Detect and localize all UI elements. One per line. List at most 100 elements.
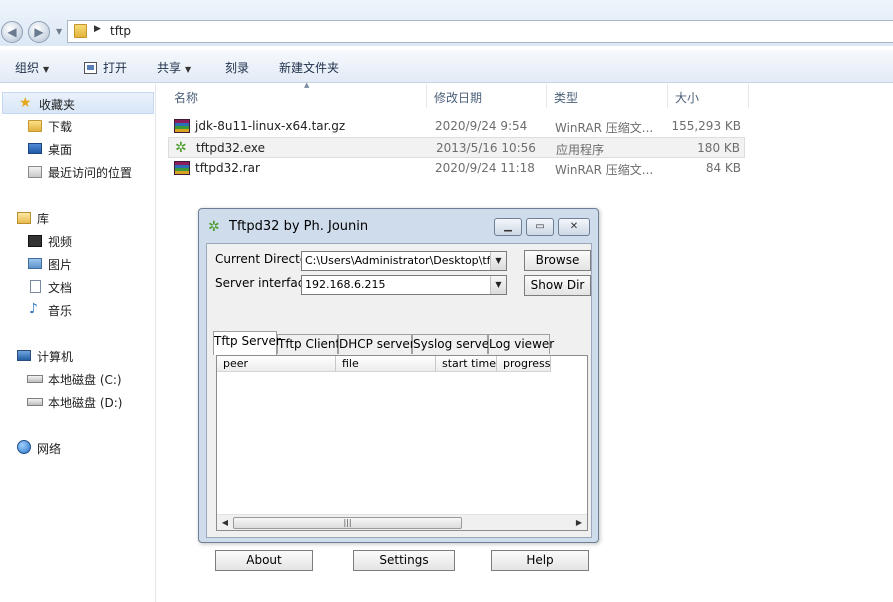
sidebar-item-libraries[interactable]: 库 — [0, 207, 155, 229]
star-icon: ★ — [19, 95, 32, 111]
sidebar-item-drive-d[interactable]: 本地磁盘 (D:) — [0, 391, 155, 413]
documents-icon — [30, 280, 41, 293]
sidebar-item-network[interactable]: 网络 — [0, 437, 155, 459]
open-button[interactable]: 打开 — [84, 59, 127, 76]
file-date: 2020/9/24 9:54 — [435, 119, 528, 133]
maximize-icon: ▭ — [535, 221, 545, 232]
tab-syslog-server[interactable]: Syslog server — [412, 334, 494, 354]
minimize-button[interactable]: ▁ — [494, 218, 522, 236]
list-column-progress[interactable]: progress — [497, 356, 551, 372]
file-name: tftpd32.exe — [196, 141, 266, 155]
winrar-archive-icon — [174, 161, 190, 175]
current-directory-combo[interactable]: C:\Users\Administrator\Desktop\tftp ▼ — [301, 251, 507, 271]
file-row-tftpd32-exe[interactable]: ✲ tftpd32.exe 2013/5/16 10:56 应用程序 180 K… — [168, 137, 745, 158]
breadcrumb[interactable]: ▶ tftp — [67, 20, 893, 43]
recent-pages-dropdown-icon[interactable]: ▼ — [56, 27, 62, 36]
sidebar-item-label: 本地磁盘 (D:) — [48, 396, 123, 410]
sidebar-item-pictures[interactable]: 图片 — [0, 253, 155, 275]
tab-tftp-server[interactable]: Tftp Server — [213, 331, 281, 355]
maximize-button[interactable]: ▭ — [526, 218, 554, 236]
sidebar-item-desktop[interactable]: 桌面 — [0, 138, 155, 160]
file-size: 155,293 KB — [671, 119, 741, 133]
network-icon — [17, 440, 31, 454]
sidebar-item-videos[interactable]: 视频 — [0, 230, 155, 252]
server-interface-label: Server interface — [215, 276, 312, 290]
browse-button[interactable]: Browse — [524, 250, 591, 271]
column-header-label: 名称 — [174, 91, 199, 105]
show-dir-button[interactable]: Show Dir — [524, 275, 591, 296]
column-header-size[interactable]: 大小 — [668, 84, 749, 108]
sidebar-item-label: 图片 — [48, 258, 73, 272]
minimize-icon: ▁ — [504, 221, 512, 232]
tab-log-viewer[interactable]: Log viewer — [488, 334, 554, 354]
tftpd32-window: ✲ Tftpd32 by Ph. Jounin ▁ ▭ ✕ Current Di… — [198, 208, 599, 571]
column-header-name[interactable]: ▲ 名称 — [167, 81, 427, 108]
scroll-thumb[interactable]: ||| — [233, 517, 462, 529]
current-directory-value: C:\Users\Administrator\Desktop\tftp — [305, 254, 502, 267]
sidebar-item-label: 最近访问的位置 — [48, 166, 133, 180]
help-button[interactable]: Help — [491, 550, 589, 571]
chevron-down-icon[interactable]: ▼ — [490, 252, 506, 270]
column-header-type[interactable]: 类型 — [547, 84, 668, 108]
dialog-body: Current Directory C:\Users\Administrator… — [206, 243, 592, 571]
list-column-start-time[interactable]: start time — [436, 356, 497, 372]
transfers-list[interactable]: peer file start time progress ◀ ||| ▶ — [216, 355, 588, 531]
burn-button[interactable]: 刻录 — [225, 59, 249, 76]
file-type: 应用程序 — [556, 143, 605, 157]
tab-dhcp-server[interactable]: DHCP server — [338, 334, 415, 354]
window-title: Tftpd32 by Ph. Jounin — [229, 219, 369, 234]
sidebar-item-computer[interactable]: 计算机 — [0, 345, 155, 367]
scroll-right-icon[interactable]: ▶ — [572, 516, 586, 530]
navigation-pane: ★ 收藏夹 下载 桌面 最近访问的位置 库 视频 图片 文档 ♪ 音乐 计算机 … — [0, 84, 156, 602]
sidebar-item-favorites[interactable]: ★ 收藏夹 — [2, 92, 154, 114]
winrar-archive-icon — [174, 119, 190, 133]
music-icon: ♪ — [29, 301, 38, 317]
file-name: jdk-8u11-linux-x64.tar.gz — [195, 119, 346, 133]
organize-button[interactable]: 组织 ▼ — [15, 59, 49, 76]
breadcrumb-item-tftp[interactable]: tftp — [110, 24, 131, 38]
settings-button[interactable]: Settings — [353, 550, 455, 571]
sidebar-item-label: 音乐 — [48, 304, 73, 318]
list-column-file[interactable]: file — [336, 356, 436, 372]
command-bar: 组织 ▼ 打开 共享 ▼ 刻录 新建文件夹 — [0, 50, 893, 83]
pictures-icon — [28, 258, 42, 269]
recent-places-icon — [28, 166, 42, 178]
scroll-left-icon[interactable]: ◀ — [218, 516, 232, 530]
server-interface-combo[interactable]: 192.168.6.215 ▼ — [301, 275, 507, 295]
close-icon: ✕ — [569, 221, 579, 232]
column-headers: ▲ 名称 修改日期 类型 大小 — [157, 81, 893, 108]
back-button[interactable]: ◀ — [1, 21, 23, 43]
chevron-down-icon[interactable]: ▼ — [490, 276, 506, 294]
sidebar-item-label: 桌面 — [48, 143, 73, 157]
library-icon — [17, 212, 31, 224]
file-type: WinRAR 压缩文... — [555, 163, 654, 177]
file-date: 2020/9/24 11:18 — [435, 161, 535, 175]
list-column-peer[interactable]: peer — [217, 356, 336, 372]
tftpd32-exe-icon: ✲ — [175, 140, 187, 156]
file-date: 2013/5/16 10:56 — [436, 141, 536, 155]
sidebar-item-music[interactable]: ♪ 音乐 — [0, 299, 155, 321]
sidebar-item-documents[interactable]: 文档 — [0, 276, 155, 298]
sidebar-item-label: 视频 — [48, 235, 73, 249]
server-interface-value: 192.168.6.215 — [305, 278, 386, 291]
sidebar-item-label: 文档 — [48, 281, 73, 295]
new-folder-button[interactable]: 新建文件夹 — [279, 59, 339, 76]
open-icon — [84, 62, 97, 74]
chevron-right-icon[interactable]: ▶ — [94, 24, 101, 34]
file-row-tftpd32-rar[interactable]: tftpd32.rar 2020/9/24 11:18 WinRAR 压缩文..… — [168, 158, 745, 179]
file-row-jdk[interactable]: jdk-8u11-linux-x64.tar.gz 2020/9/24 9:54… — [168, 116, 745, 137]
column-header-date[interactable]: 修改日期 — [427, 84, 547, 108]
horizontal-scrollbar[interactable]: ◀ ||| ▶ — [217, 514, 587, 530]
share-button[interactable]: 共享 ▼ — [157, 59, 191, 76]
folder-icon — [74, 24, 87, 38]
tab-tftp-client[interactable]: Tftp Client — [277, 334, 340, 354]
forward-button[interactable]: ▶ — [28, 21, 50, 43]
file-type: WinRAR 压缩文... — [555, 121, 654, 135]
close-button[interactable]: ✕ — [558, 218, 590, 236]
chevron-down-icon: ▼ — [43, 65, 50, 74]
sidebar-item-label: 本地磁盘 (C:) — [48, 373, 122, 387]
about-button[interactable]: About — [215, 550, 313, 571]
sidebar-item-downloads[interactable]: 下载 — [0, 115, 155, 137]
sidebar-item-recent-places[interactable]: 最近访问的位置 — [0, 161, 155, 183]
sidebar-item-drive-c[interactable]: 本地磁盘 (C:) — [0, 368, 155, 390]
